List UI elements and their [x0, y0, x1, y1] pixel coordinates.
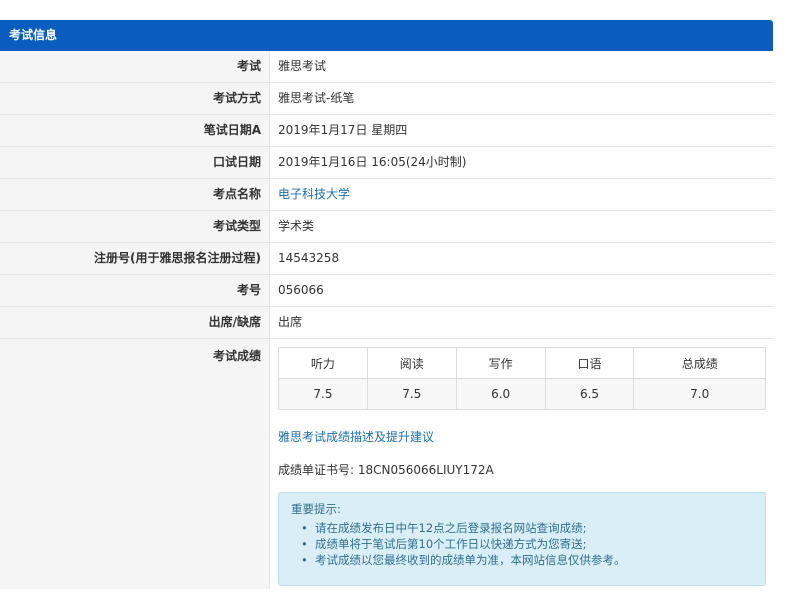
notice-text: 请在成绩发布日中午12点之后登录报名网站查询成绩;: [315, 521, 587, 535]
test-center-link[interactable]: 电子科技大学: [270, 179, 773, 210]
row-label: 考试成绩: [0, 339, 270, 589]
row-value: 雅思考试-纸笔: [278, 91, 355, 105]
row-exam: 考试 雅思考试: [0, 51, 773, 83]
exam-info-table: 考试 雅思考试 考试方式 雅思考试-纸笔 笔试日期A 2019年1月17日 星期…: [0, 51, 773, 589]
row-value: 学术类: [278, 219, 315, 233]
score-listening: 7.5: [278, 378, 368, 410]
notice-text: 考试成绩以您最终收到的成绩单为准，本网站信息仅供参考。: [315, 553, 626, 567]
score-header-overall: 总成绩: [633, 347, 766, 379]
row-label: 考点名称: [0, 179, 270, 210]
score-table: 听力 阅读 写作 口语 总成绩 7.5 7.5 6.0 6.5 7.0: [278, 347, 766, 410]
row-value: 056066: [278, 283, 324, 297]
bullet-icon: •: [301, 537, 308, 551]
score-description-link[interactable]: 雅思考试成绩描述及提升建议: [278, 428, 434, 445]
panel-header: 考试信息: [0, 20, 773, 51]
row-label: 口试日期: [0, 147, 270, 178]
bullet-icon: •: [301, 553, 308, 567]
row-test-center: 考点名称 电子科技大学: [0, 179, 773, 211]
row-value: 雅思考试: [278, 59, 327, 73]
row-label: 笔试日期A: [0, 115, 270, 146]
row-exam-mode: 考试方式 雅思考试-纸笔: [0, 83, 773, 115]
score-value-row: 7.5 7.5 6.0 6.5 7.0: [278, 378, 766, 410]
notice-item: • 考试成绩以您最终收到的成绩单为准，本网站信息仅供参考。: [301, 552, 765, 568]
row-scores: 考试成绩 听力 阅读 写作 口语 总成绩 7.5 7.5 6.0 6.5 7.0: [0, 339, 773, 589]
score-header-speaking: 口语: [544, 347, 635, 379]
row-label: 注册号(用于雅思报名注册过程): [0, 243, 270, 274]
row-value: 2019年1月17日 星期四: [278, 123, 408, 137]
notice-list: • 请在成绩发布日中午12点之后登录报名网站查询成绩; • 成绩单将于笔试后第10个…: [291, 520, 765, 568]
top-strip: [0, 0, 800, 20]
row-label: 考试类型: [0, 211, 270, 242]
row-exam-type: 考试类型 学术类: [0, 211, 773, 243]
score-header-writing: 写作: [455, 347, 546, 379]
score-header-row: 听力 阅读 写作 口语 总成绩: [278, 347, 766, 379]
row-registration-number: 注册号(用于雅思报名注册过程) 14543258: [0, 243, 773, 275]
score-reading: 7.5: [366, 378, 457, 410]
score-speaking: 6.5: [544, 378, 635, 410]
notice-item: • 成绩单将于笔试后第10个工作日以快递方式为您寄送;: [301, 536, 765, 552]
score-header-reading: 阅读: [366, 347, 457, 379]
row-written-date: 笔试日期A 2019年1月17日 星期四: [0, 115, 773, 147]
panel-title: 考试信息: [9, 28, 58, 42]
notice-item: • 请在成绩发布日中午12点之后登录报名网站查询成绩;: [301, 520, 765, 536]
row-label: 考试: [0, 51, 270, 82]
score-overall: 7.0: [633, 378, 766, 410]
row-speaking-date: 口试日期 2019年1月16日 16:05(24小时制): [0, 147, 773, 179]
row-label: 出席/缺席: [0, 307, 270, 338]
row-candidate-number: 考号 056066: [0, 275, 773, 307]
row-value: 出席: [278, 315, 303, 329]
row-label: 考号: [0, 275, 270, 306]
row-value: 2019年1月16日 16:05(24小时制): [278, 155, 467, 169]
bullet-icon: •: [301, 521, 308, 535]
scores-cell: 听力 阅读 写作 口语 总成绩 7.5 7.5 6.0 6.5 7.0 雅思考试…: [270, 339, 773, 589]
score-writing: 6.0: [455, 378, 546, 410]
score-header-listening: 听力: [278, 347, 368, 379]
important-notice: 重要提示: • 请在成绩发布日中午12点之后登录报名网站查询成绩; • 成绩单将于笔…: [278, 492, 766, 586]
row-attendance: 出席/缺席 出席: [0, 307, 773, 339]
notice-title: 重要提示:: [291, 502, 341, 516]
right-gutter: [773, 20, 800, 610]
row-label: 考试方式: [0, 83, 270, 114]
certificate-number: 成绩单证书号: 18CN056066LIUY172A: [278, 463, 494, 477]
notice-text: 成绩单将于笔试后第10个工作日以快递方式为您寄送;: [315, 537, 587, 551]
row-value: 14543258: [278, 251, 340, 265]
